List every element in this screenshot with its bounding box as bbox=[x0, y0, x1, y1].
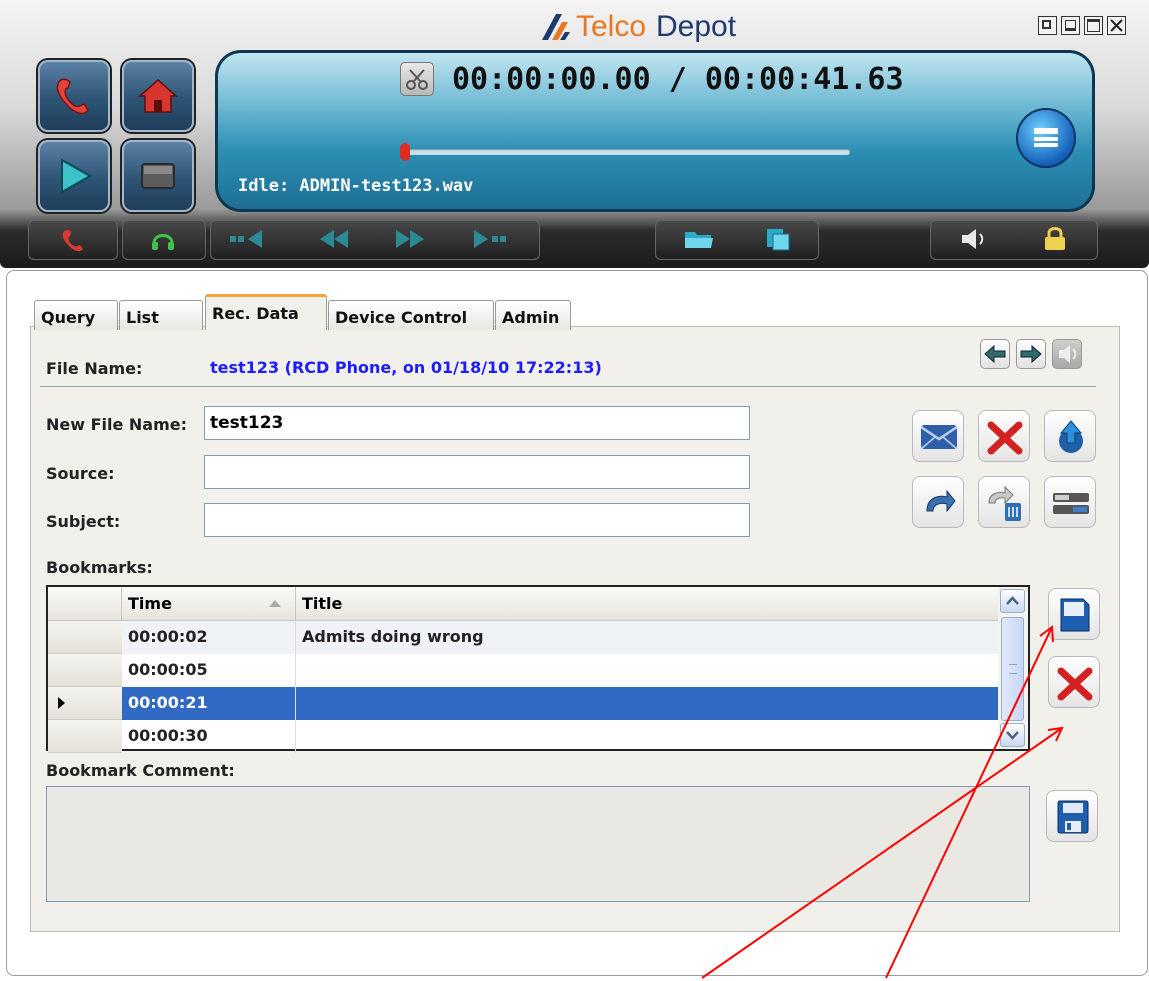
annotation-arrow-line bbox=[885, 626, 1053, 979]
annotation-arrow-line bbox=[701, 727, 1063, 979]
annotation-arrows bbox=[701, 625, 1064, 979]
